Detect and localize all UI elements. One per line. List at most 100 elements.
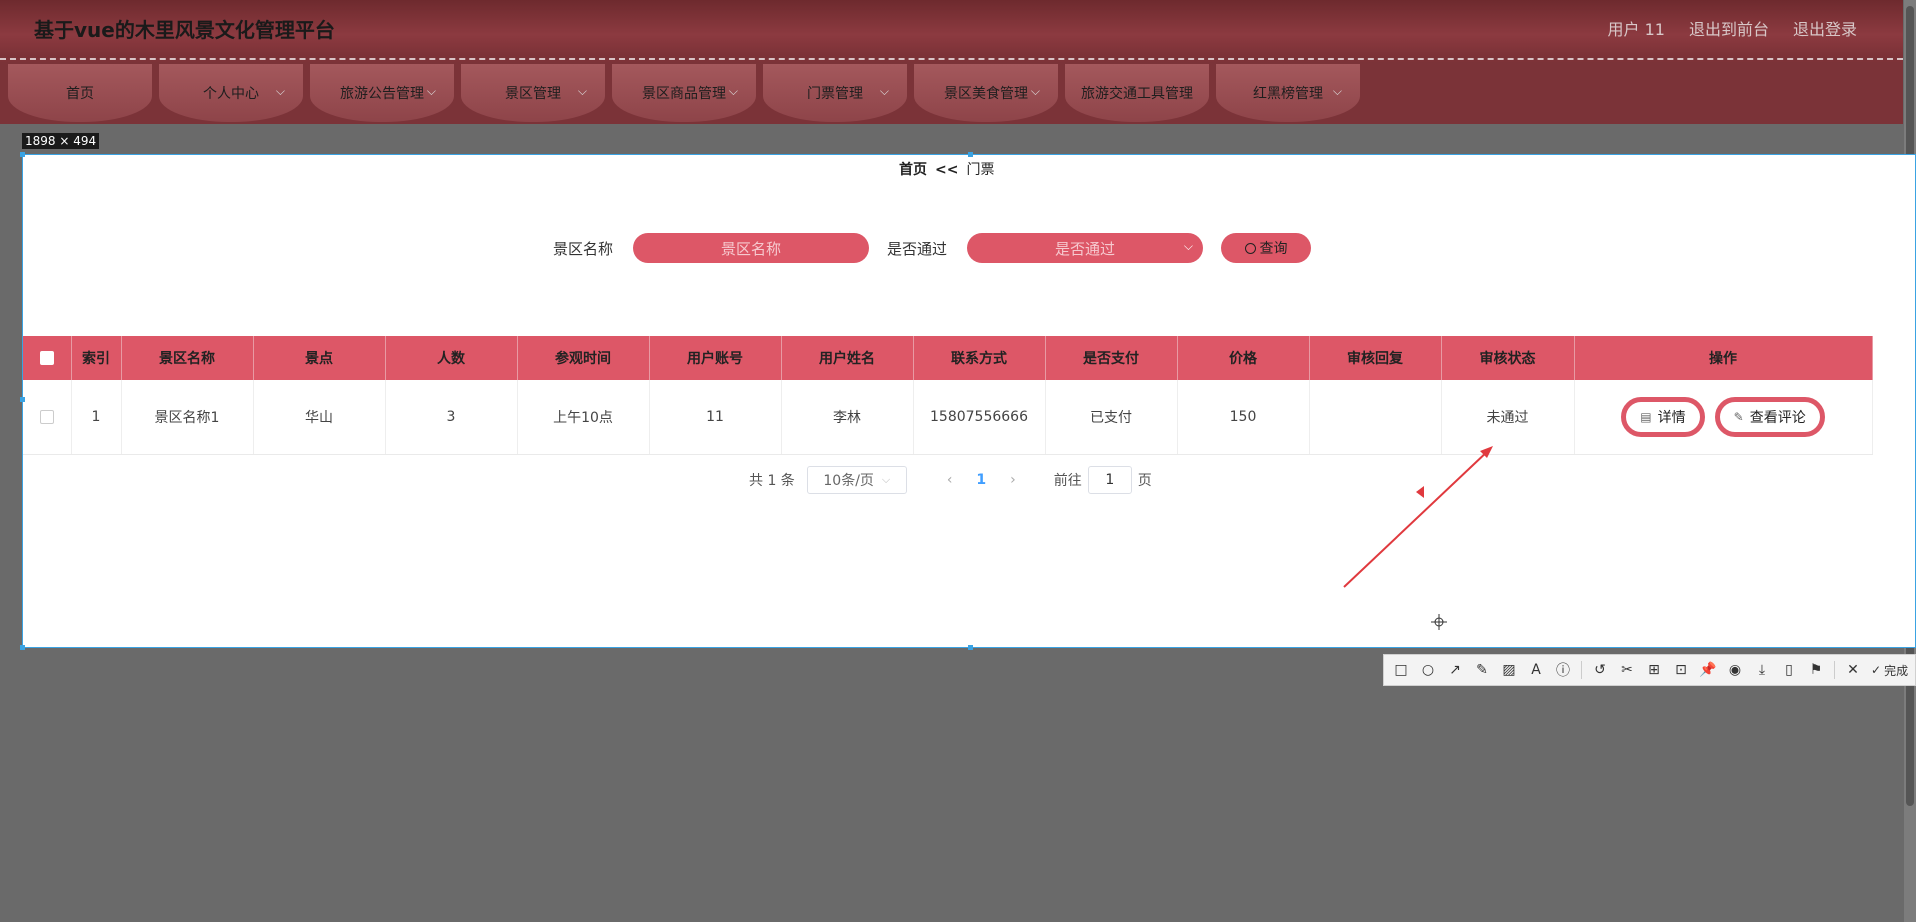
goto-label: 前往 — [1053, 473, 1082, 489]
nav-label: 景区美食管理 — [944, 86, 1028, 102]
prev-page-icon[interactable]: ‹ — [947, 472, 953, 488]
breadcrumb-home[interactable]: 首页 — [899, 162, 927, 178]
goto-page-input[interactable]: 1 — [1087, 466, 1132, 494]
resize-handle[interactable] — [20, 152, 25, 157]
ocr-icon[interactable]: ⊡ — [1672, 661, 1690, 679]
resize-handle[interactable] — [20, 645, 25, 650]
view-comments-label: 查看评论 — [1749, 409, 1806, 426]
col-header: 审核状态 — [1441, 336, 1575, 380]
chevron-down-icon: ⌵ — [577, 84, 587, 98]
nav-label: 景区商品管理 — [642, 86, 726, 102]
record-icon[interactable]: ◉ — [1726, 661, 1744, 679]
nav-home[interactable]: 首页 — [8, 64, 152, 122]
approved-placeholder: 是否通过 — [1055, 239, 1116, 258]
chevron-down-icon: ⌵ — [879, 84, 889, 98]
content-panel: 首页 << 门票 景区名称 景区名称 是否通过 是否通过 ⌵ 查询 索引 景区名称 景… — [22, 154, 1916, 648]
check-icon: ✓ — [1871, 663, 1882, 677]
arrow-annotation[interactable] — [1330, 430, 1510, 600]
number-tool-icon[interactable]: ⓘ — [1554, 661, 1572, 679]
text-tool-icon[interactable]: A — [1527, 661, 1545, 679]
nav-scenic-goods[interactable]: 景区商品管理 ⌵ — [612, 64, 756, 122]
breadcrumb-separator: << — [935, 162, 959, 178]
nav-food[interactable]: 景区美食管理 ⌵ — [914, 64, 1058, 122]
toolbar-divider — [1834, 661, 1835, 679]
current-page[interactable]: 1 — [976, 472, 986, 488]
capture-toolbar: □ ○ ↗ ✎ ▨ A ⓘ ↺ ✂ ⊞ ⊡ 📌 ◉ ⤓ ▯ ⚑ ✕ ✓ 完成 — [1383, 654, 1916, 686]
nav-transport[interactable]: 旅游交通工具管理 — [1065, 64, 1209, 122]
toolbar-divider — [1581, 661, 1582, 679]
undo-icon[interactable]: ↺ — [1591, 661, 1609, 679]
page-unit-label: 页 — [1137, 473, 1152, 489]
nav-label: 景区管理 — [505, 86, 561, 102]
done-button[interactable]: ✓ 完成 — [1871, 661, 1908, 679]
search-icon — [1244, 242, 1256, 254]
next-page-icon[interactable]: › — [1010, 472, 1016, 488]
row-checkbox-cell[interactable] — [23, 380, 72, 455]
page-size-select[interactable]: 10条/页 ⌵ — [806, 466, 907, 494]
checkbox[interactable] — [39, 409, 54, 424]
query-button[interactable]: 查询 — [1221, 233, 1312, 263]
close-icon[interactable]: ✕ — [1844, 661, 1862, 679]
ticket-table: 索引 景区名称 景点 人数 参观时间 用户账号 用户姓名 联系方式 是否支付 价… — [23, 336, 1873, 455]
col-header: 联系方式 — [913, 336, 1046, 380]
col-header: 景点 — [253, 336, 386, 380]
nav-scenic[interactable]: 景区管理 ⌵ — [461, 64, 605, 122]
translate-icon[interactable]: ⊞ — [1645, 661, 1663, 679]
nav-label: 红黑榜管理 — [1253, 86, 1323, 102]
nav-personal-center[interactable]: 个人中心 ⌵ — [159, 64, 303, 122]
arrow-marker — [1416, 486, 1424, 498]
pen-tool-icon[interactable]: ✎ — [1473, 661, 1491, 679]
resize-handle[interactable] — [968, 645, 973, 650]
user-name-link[interactable]: 用户 11 — [1608, 16, 1665, 40]
col-header: 人数 — [385, 336, 518, 380]
col-header: 索引 — [71, 336, 122, 380]
nav-label: 首页 — [66, 86, 94, 102]
chevron-down-icon: ⌵ — [1030, 84, 1040, 98]
device-icon[interactable]: ▯ — [1780, 661, 1798, 679]
col-header: 参观时间 — [517, 336, 650, 380]
col-header: 用户账号 — [649, 336, 782, 380]
download-icon[interactable]: ⤓ — [1753, 661, 1771, 679]
cell-account: 11 — [649, 380, 782, 455]
select-all-checkbox[interactable] — [23, 336, 72, 380]
user-area: 用户 11 退出到前台 退出登录 — [1608, 16, 1857, 40]
nav-label: 门票管理 — [807, 86, 863, 102]
top-header: 基于vue的木里风景文化管理平台 用户 11 退出到前台 退出登录 — [0, 0, 1903, 58]
ellipse-tool-icon[interactable]: ○ — [1419, 661, 1437, 679]
approved-label: 是否通过 — [887, 239, 948, 258]
scenic-name-input[interactable]: 景区名称 — [633, 233, 870, 263]
cell-actions: ▤ 详情 ✎ 查看评论 — [1574, 380, 1873, 455]
table-header-row: 索引 景区名称 景点 人数 参观时间 用户账号 用户姓名 联系方式 是否支付 价… — [23, 336, 1873, 380]
approved-select[interactable]: 是否通过 ⌵ — [967, 233, 1204, 263]
arrow-tool-icon[interactable]: ↗ — [1446, 661, 1464, 679]
col-header: 审核回复 — [1309, 336, 1442, 380]
nav-label: 个人中心 — [203, 86, 259, 102]
cell-scenic: 景区名称1 — [121, 380, 254, 455]
col-header: 用户姓名 — [781, 336, 914, 380]
chevron-down-icon: ⌵ — [881, 473, 891, 486]
pagination: 共 1 条 10条/页 ⌵ ‹ 1 › 前往 1 页 — [749, 466, 1152, 494]
scissors-icon[interactable]: ✂ — [1618, 661, 1636, 679]
mosaic-tool-icon[interactable]: ▨ — [1500, 661, 1518, 679]
rectangle-tool-icon[interactable]: □ — [1392, 661, 1410, 679]
cell-spot: 华山 — [253, 380, 386, 455]
logout-link[interactable]: 退出登录 — [1793, 16, 1857, 40]
detail-button[interactable]: ▤ 详情 — [1621, 396, 1705, 437]
pin-icon[interactable]: 📌 — [1699, 661, 1717, 679]
checkbox[interactable] — [39, 351, 54, 365]
nav-tickets[interactable]: 门票管理 ⌵ — [763, 64, 907, 122]
resize-handle[interactable] — [968, 152, 973, 157]
back-to-front-link[interactable]: 退出到前台 — [1689, 16, 1769, 40]
resize-handle[interactable] — [20, 397, 25, 402]
breadcrumb: 首页 << 门票 — [899, 159, 994, 179]
edit-icon: ✎ — [1733, 409, 1744, 424]
search-form: 景区名称 景区名称 是否通过 是否通过 ⌵ 查询 — [553, 233, 1312, 263]
nav-announcements[interactable]: 旅游公告管理 ⌵ — [310, 64, 454, 122]
crosshair-icon — [1431, 614, 1447, 630]
view-comments-button[interactable]: ✎ 查看评论 — [1714, 396, 1825, 437]
chevron-down-icon: ⌵ — [275, 84, 285, 98]
nav-rank[interactable]: 红黑榜管理 ⌵ — [1216, 64, 1360, 122]
col-header: 价格 — [1177, 336, 1310, 380]
cell-time: 上午10点 — [517, 380, 650, 455]
bookmark-icon[interactable]: ⚑ — [1807, 661, 1825, 679]
